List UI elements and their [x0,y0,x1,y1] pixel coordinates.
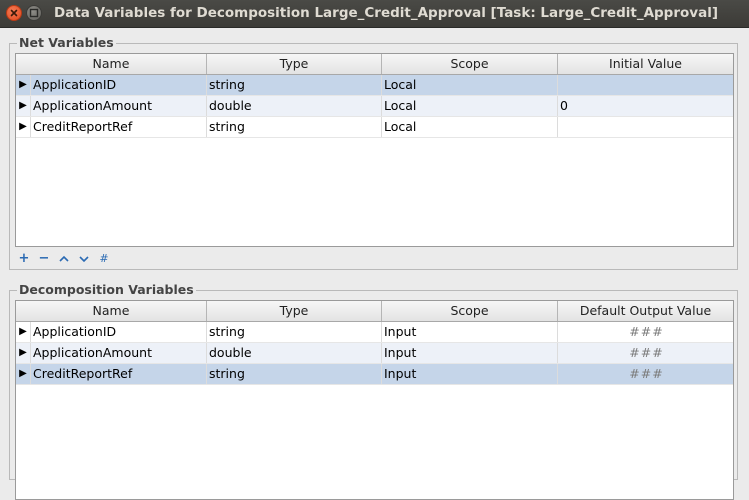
column-header-scope[interactable]: Scope [382,54,558,74]
row-marker-icon: ▶ [16,75,31,95]
variable-scope[interactable]: Local [382,75,558,95]
column-header-type[interactable]: Type [207,301,382,321]
close-icon[interactable] [6,5,22,21]
row-marker-icon: ▶ [16,96,31,116]
variable-scope[interactable]: Input [382,322,558,342]
variable-type[interactable]: string [207,75,382,95]
variable-default-output-value[interactable]: ### [558,343,733,363]
column-header-name[interactable]: Name [16,301,207,321]
variable-initial-value[interactable] [558,117,733,137]
variable-scope[interactable]: Input [382,343,558,363]
table-header: Name Type Scope Initial Value [16,54,733,75]
variable-type[interactable]: string [207,117,382,137]
variable-initial-value[interactable] [558,75,733,95]
table-row[interactable]: ▶ ApplicationID string Input ### [16,322,733,343]
table-row[interactable]: ▶ ApplicationAmount double Local 0 [16,96,733,117]
table-row[interactable]: ▶ CreditReportRef string Input ### [16,364,733,385]
window-title: Data Variables for Decomposition Large_C… [54,5,718,21]
minimize-icon[interactable] [26,5,42,21]
decomposition-variables-group: Decomposition Variables Name Type Scope … [9,282,738,500]
variable-default-output-value[interactable]: ### [558,364,733,384]
variable-type[interactable]: double [207,96,382,116]
add-icon[interactable]: + [16,251,32,267]
variable-scope[interactable]: Local [382,96,558,116]
move-up-icon[interactable] [56,251,72,267]
variable-scope[interactable]: Local [382,117,558,137]
decomposition-variables-title: Decomposition Variables [17,282,196,297]
column-header-default-output-value[interactable]: Default Output Value [558,301,733,321]
net-variables-table[interactable]: Name Type Scope Initial Value ▶ Applicat… [15,53,734,247]
variable-name[interactable]: CreditReportRef [31,117,207,137]
column-header-type[interactable]: Type [207,54,382,74]
column-header-name[interactable]: Name [16,54,207,74]
column-header-scope[interactable]: Scope [382,301,558,321]
table-row[interactable]: ▶ ApplicationAmount double Input ### [16,343,733,364]
row-marker-icon: ▶ [16,117,31,137]
variable-type[interactable]: string [207,322,382,342]
remove-icon[interactable]: − [36,251,52,267]
variable-type[interactable]: string [207,364,382,384]
variable-default-output-value[interactable]: ### [558,322,733,342]
row-marker-icon: ▶ [16,343,31,363]
table-row[interactable]: ▶ CreditReportRef string Local [16,117,733,138]
variable-type[interactable]: double [207,343,382,363]
row-marker-icon: ▶ [16,322,31,342]
variable-initial-value[interactable]: 0 [558,96,733,116]
row-marker-icon: ▶ [16,364,31,384]
table-row[interactable]: ▶ ApplicationID string Local [16,75,733,96]
net-variables-group: Net Variables Name Type Scope Initial Va… [9,35,738,270]
net-variables-toolbar: + − # [16,251,112,267]
variable-name[interactable]: ApplicationAmount [31,343,207,363]
variable-scope[interactable]: Input [382,364,558,384]
title-bar: Data Variables for Decomposition Large_C… [0,0,749,28]
column-header-initial-value[interactable]: Initial Value [558,54,733,74]
format-icon[interactable]: # [96,251,112,267]
decomposition-variables-table[interactable]: Name Type Scope Default Output Value ▶ A… [15,300,734,500]
variable-name[interactable]: CreditReportRef [31,364,207,384]
variable-name[interactable]: ApplicationAmount [31,96,207,116]
net-variables-title: Net Variables [17,35,116,50]
table-header: Name Type Scope Default Output Value [16,301,733,322]
variable-name[interactable]: ApplicationID [31,75,207,95]
variable-name[interactable]: ApplicationID [31,322,207,342]
move-down-icon[interactable] [76,251,92,267]
